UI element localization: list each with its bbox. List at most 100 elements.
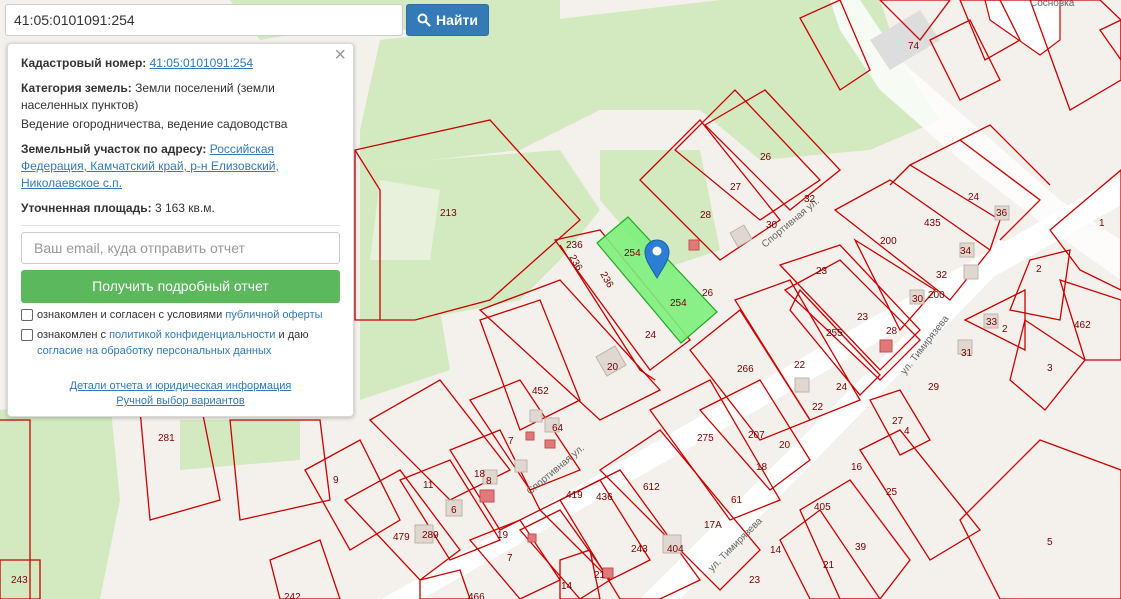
area-label: Уточненная площадь: bbox=[21, 201, 152, 215]
manual-selection-link[interactable]: Ручной выбор вариантов bbox=[21, 394, 340, 409]
report-details-link[interactable]: Детали отчета и юридическая информация bbox=[21, 379, 340, 394]
privacy-mid-text: и даю bbox=[278, 329, 309, 341]
parcel-number-label: 23 bbox=[857, 312, 869, 323]
parcel-number-label: 2 bbox=[1036, 264, 1042, 275]
parcel-number-label: 29 bbox=[928, 382, 940, 393]
search-button[interactable]: Найти bbox=[406, 4, 489, 36]
parcel-number-label: 32 bbox=[804, 194, 816, 205]
cadastral-number-label: Кадастровый номер: bbox=[21, 56, 147, 70]
search-input[interactable]: 41:05:0101091:254 bbox=[5, 4, 403, 36]
area-value: 3 163 кв.м. bbox=[154, 201, 215, 215]
parcel-number-label: 24 bbox=[645, 330, 657, 341]
parcel-number-label: 14 bbox=[770, 545, 782, 556]
parcel-number-label: 7 bbox=[508, 436, 514, 447]
parcel-number-label: 24 bbox=[968, 192, 980, 203]
parcel-number-label: 266 bbox=[737, 364, 754, 375]
parcel-number-label: 612 bbox=[643, 482, 660, 493]
parcel-number-label: 281 bbox=[158, 433, 175, 444]
area-row: Уточненная площадь: 3 163 кв.м. bbox=[21, 200, 340, 217]
land-category-label: Категория земель: bbox=[21, 81, 132, 95]
parcel-number-label: 11 bbox=[423, 480, 434, 491]
parcel-number-label: 289 bbox=[422, 530, 439, 541]
privacy-policy-link[interactable]: политикой конфиденциальности bbox=[109, 329, 275, 341]
parcel-number-label: 207 bbox=[748, 430, 765, 441]
place-label: Сосновка bbox=[1030, 0, 1075, 9]
parcel-number-label: 39 bbox=[855, 542, 867, 553]
parcel-number-label: 33 bbox=[986, 317, 998, 328]
parcel-number-label: 213 bbox=[440, 208, 457, 219]
close-icon[interactable]: × bbox=[334, 45, 346, 65]
parcel-number-label: 236 bbox=[566, 240, 583, 251]
parcel-number-label: 462 bbox=[1074, 320, 1091, 331]
privacy-checkbox[interactable] bbox=[21, 329, 33, 341]
parcel-number-label: 18 bbox=[474, 469, 486, 480]
email-field[interactable]: Ваш email, куда отправить отчет bbox=[21, 232, 340, 264]
parcel-number-label: 21 bbox=[594, 570, 606, 581]
parcel-number-label: 1 bbox=[1099, 218, 1105, 229]
parcel-number-label: 24 bbox=[836, 382, 848, 393]
address-label: Земельный участок по адресу: bbox=[21, 142, 207, 156]
parcel-number-label: 28 bbox=[700, 210, 712, 221]
parcel-number-label: 27 bbox=[892, 416, 904, 427]
offer-checkbox[interactable] bbox=[21, 309, 33, 321]
parcel-number-label: 254 bbox=[624, 248, 641, 259]
offer-checkbox-row: ознакомлен и согласен с условиями публич… bbox=[21, 307, 340, 323]
parcel-number-label: 7 bbox=[507, 553, 513, 564]
parcel-number-label: 479 bbox=[393, 532, 410, 543]
parcel-number-label: 2 bbox=[1002, 324, 1008, 335]
footer-links: Детали отчета и юридическая информация Р… bbox=[21, 379, 340, 409]
parcel-number-label: 22 bbox=[812, 402, 824, 413]
parcel-number-label: 419 bbox=[566, 490, 583, 501]
parcel-number-label: 22 bbox=[794, 360, 806, 371]
parcel-number-label: 452 bbox=[532, 386, 549, 397]
parcel-number-label: 32 bbox=[936, 270, 948, 281]
parcel-number-label: 466 bbox=[468, 592, 485, 599]
parcel-number-label: 74 bbox=[908, 41, 920, 52]
parcel-number-label: 64 bbox=[552, 423, 564, 434]
parcel-number-label: 243 bbox=[631, 544, 648, 555]
parcel-number-label: 4 bbox=[904, 426, 910, 437]
privacy-checkbox-row: ознакомлен с политикой конфиденциальност… bbox=[21, 327, 340, 359]
parcel-number-label: 242 bbox=[284, 592, 301, 599]
parcel-number-label: 36 bbox=[996, 208, 1008, 219]
parcel-number-label: 61 bbox=[731, 495, 743, 506]
parcel-number-label: 17А bbox=[704, 520, 722, 531]
parcel-number-label: 31 bbox=[961, 348, 973, 359]
land-category-row: Категория земель: Земли поселений (земли… bbox=[21, 80, 340, 114]
search-button-label: Найти bbox=[436, 12, 478, 28]
parcel-number-label: 405 bbox=[814, 502, 831, 513]
parcel-number-label: 9 bbox=[333, 475, 339, 486]
search-icon bbox=[417, 13, 431, 27]
info-panel: × Кадастровый номер: 41:05:0101091:254 К… bbox=[7, 43, 354, 417]
parcel-number-label: 200 bbox=[928, 290, 945, 301]
parcel-number-label: 23 bbox=[749, 575, 761, 586]
parcel-number-label: 25 bbox=[886, 487, 898, 498]
address-row: Земельный участок по адресу: Российская … bbox=[21, 141, 340, 192]
consent-link[interactable]: согласие на обработку персональных данны… bbox=[37, 345, 271, 357]
green-area bbox=[0, 400, 120, 599]
parcel-number-label: 404 bbox=[667, 544, 684, 555]
parcel-number-label: 200 bbox=[880, 236, 897, 247]
cadastral-number-link[interactable]: 41:05:0101091:254 bbox=[150, 56, 253, 70]
parcel-number-label: 16 bbox=[851, 462, 863, 473]
parcel-number-label: 5 bbox=[1047, 537, 1053, 548]
offer-checkbox-text: ознакомлен и согласен с условиями bbox=[37, 309, 223, 321]
parcel-number-label: 8 bbox=[486, 476, 492, 487]
parcel-number-label: 255 bbox=[826, 328, 843, 339]
divider bbox=[21, 225, 340, 226]
parcel-number-label: 18 bbox=[756, 462, 768, 473]
public-offer-link[interactable]: публичной оферты bbox=[225, 309, 322, 321]
parcel-number-label: 254 bbox=[670, 298, 687, 309]
parcel-number-label: 26 bbox=[702, 288, 714, 299]
cadastral-number-row: Кадастровый номер: 41:05:0101091:254 bbox=[21, 55, 340, 72]
parcel-number-label: 20 bbox=[779, 440, 791, 451]
parcel-number-label: 30 bbox=[766, 220, 778, 231]
parcel-number-label: 34 bbox=[960, 246, 972, 257]
parcel-number-label: 6 bbox=[451, 505, 457, 516]
parcel-number-label: 21 bbox=[823, 560, 835, 571]
land-usage: Ведение огородничества, ведение садоводс… bbox=[21, 117, 288, 131]
parcel-number-label: 275 bbox=[697, 433, 714, 444]
get-report-button[interactable]: Получить подробный отчет bbox=[21, 270, 340, 303]
privacy-checkbox-text: ознакомлен с bbox=[37, 329, 107, 341]
parcel-number-label: 243 bbox=[11, 575, 28, 586]
